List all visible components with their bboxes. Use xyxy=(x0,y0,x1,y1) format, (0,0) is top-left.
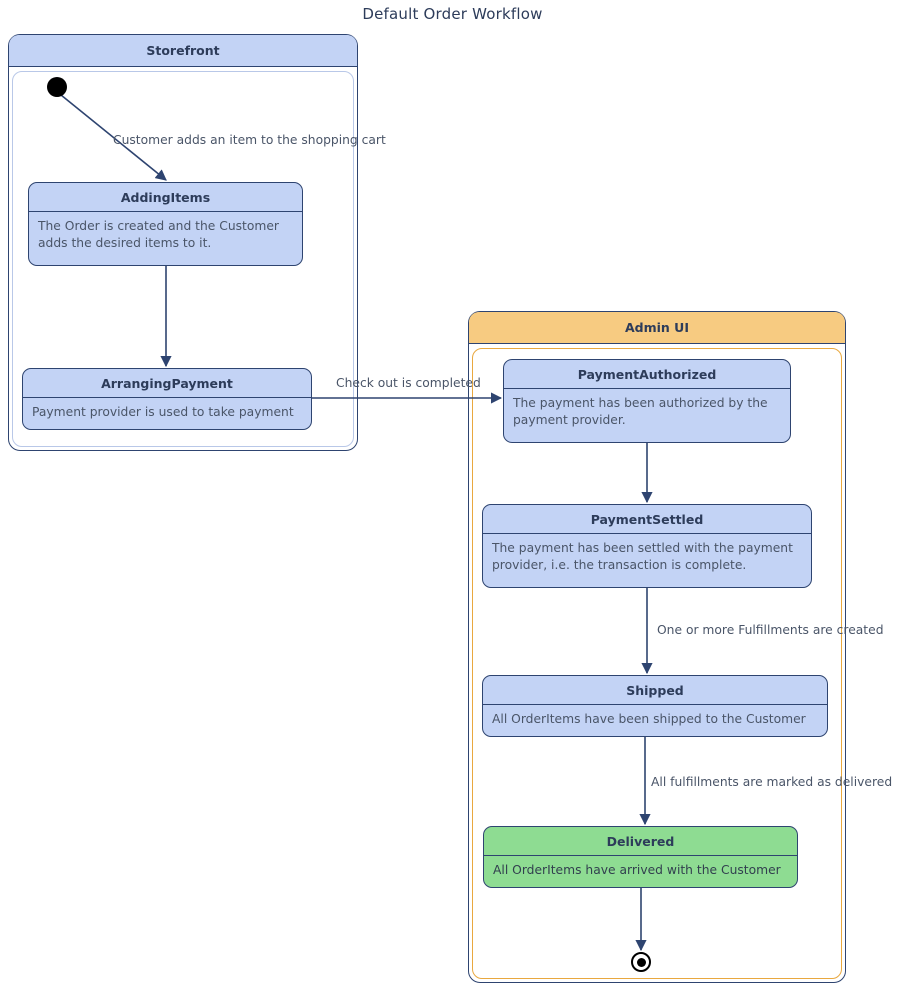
state-description-adding-items: The Order is created and the Customer ad… xyxy=(38,219,279,250)
state-payment-settled[interactable]: PaymentSettled The payment has been sett… xyxy=(482,504,812,588)
composite-header-admin-ui: Admin UI xyxy=(469,312,845,344)
state-name-payment-authorized: PaymentAuthorized xyxy=(504,360,790,389)
transition-label-shipped-to-delivered: All fulfillments are marked as delivered xyxy=(651,775,893,789)
state-name-payment-settled: PaymentSettled xyxy=(483,505,811,534)
state-description-arranging-payment: Payment provider is used to take payment xyxy=(32,405,294,419)
state-description-payment-authorized: The payment has been authorized by the p… xyxy=(513,396,768,427)
state-delivered[interactable]: Delivered All OrderItems have arrived wi… xyxy=(483,826,798,888)
state-name-arranging-payment: ArrangingPayment xyxy=(23,369,311,398)
state-arranging-payment[interactable]: ArrangingPayment Payment provider is use… xyxy=(22,368,312,430)
transition-label-arranging-to-authorized: Check out is completed xyxy=(336,376,481,390)
transition-label-start-to-adding-items: Customer adds an item to the shopping ca… xyxy=(113,133,386,147)
state-shipped[interactable]: Shipped All OrderItems have been shipped… xyxy=(482,675,828,737)
state-description-shipped: All OrderItems have been shipped to the … xyxy=(492,712,806,726)
state-adding-items[interactable]: AddingItems The Order is created and the… xyxy=(28,182,303,266)
final-state-node xyxy=(631,952,651,972)
transition-label-settled-to-shipped: One or more Fulfillments are created xyxy=(657,623,884,637)
state-description-payment-settled: The payment has been settled with the pa… xyxy=(492,541,793,572)
initial-state-node xyxy=(47,77,67,97)
state-name-delivered: Delivered xyxy=(484,827,797,856)
state-name-shipped: Shipped xyxy=(483,676,827,705)
state-payment-authorized[interactable]: PaymentAuthorized The payment has been a… xyxy=(503,359,791,443)
state-description-delivered: All OrderItems have arrived with the Cus… xyxy=(493,863,781,877)
state-diagram-canvas: Default Order Workflow Storefront Admin … xyxy=(0,0,905,993)
composite-header-storefront: Storefront xyxy=(9,35,357,67)
diagram-title: Default Order Workflow xyxy=(362,5,543,23)
state-name-adding-items: AddingItems xyxy=(29,183,302,212)
